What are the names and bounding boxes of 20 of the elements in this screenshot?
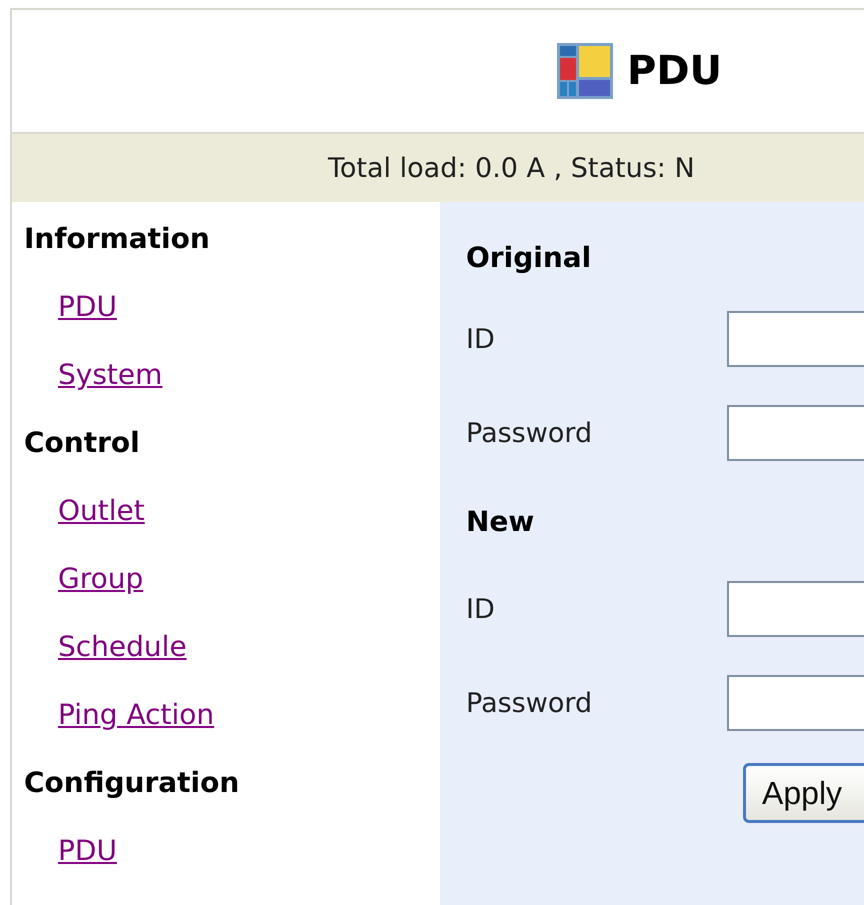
nav-link[interactable]: System	[58, 358, 162, 391]
field-label: ID	[466, 594, 496, 624]
section-heading: New	[466, 504, 534, 538]
nav-link[interactable]: PDU	[58, 834, 117, 867]
section-heading: Configuration	[24, 766, 240, 799]
apply-button[interactable]: Apply	[743, 763, 864, 823]
field-label: Password	[466, 688, 594, 718]
nav-link[interactable]: Outlet	[58, 494, 145, 527]
logo-icon	[557, 43, 613, 99]
nav-link[interactable]: Schedule	[58, 630, 187, 663]
nav-link[interactable]: Ping Action	[58, 698, 214, 731]
nav-link[interactable]: Group	[58, 562, 144, 595]
section-heading: Information	[24, 222, 210, 255]
nav-link[interactable]: PDU	[58, 290, 117, 323]
section-heading: Original	[466, 240, 592, 274]
field-label: ID	[466, 324, 496, 354]
page-title: PDU	[627, 48, 722, 94]
field-label: Password	[466, 418, 594, 448]
section-heading: Control	[24, 426, 140, 459]
status-text: Total load: 0.0 A , Status: N	[328, 152, 695, 184]
